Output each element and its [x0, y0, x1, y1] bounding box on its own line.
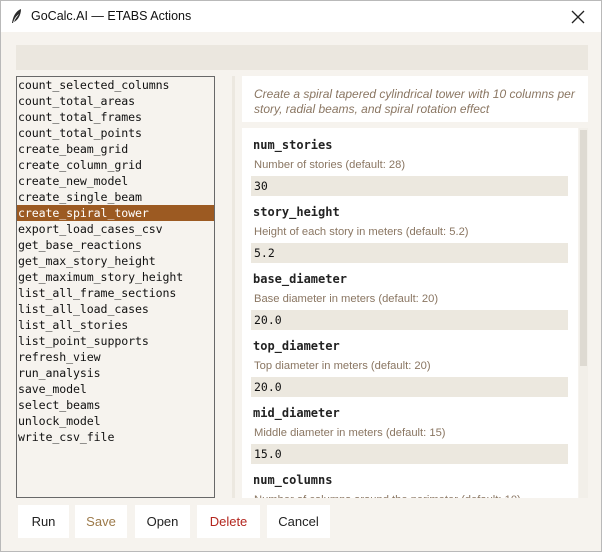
mid_diameter-input[interactable] [251, 444, 568, 464]
param-help-text: Number of stories (default: 28) [254, 159, 406, 171]
action-list-item[interactable]: create_beam_grid [17, 141, 214, 157]
story_height-input[interactable] [251, 243, 568, 263]
action-list-item[interactable]: list_point_supports [17, 333, 214, 349]
param-help-text: Height of each story in meters (default:… [254, 226, 469, 238]
details-panel: Create a spiral tapered cylindrical towe… [242, 76, 588, 498]
feather-icon [8, 7, 26, 25]
param-help-text: Middle diameter in meters (default: 15) [254, 427, 446, 439]
app-window: GoCalc.AI — ETABS Actions count_selected… [0, 0, 602, 552]
base_diameter-input[interactable] [251, 310, 568, 330]
parameters-scrollbar[interactable] [579, 128, 588, 498]
action-list-item[interactable]: run_analysis [17, 365, 214, 381]
action-list-item[interactable]: count_selected_columns [17, 77, 214, 93]
action-list-item[interactable]: create_single_beam [17, 189, 214, 205]
panel-divider[interactable] [232, 76, 235, 498]
top_diameter-input[interactable] [251, 377, 568, 397]
action-list-item[interactable]: save_model [17, 381, 214, 397]
action-list-item[interactable]: list_all_load_cases [17, 301, 214, 317]
delete-button[interactable]: Delete [197, 505, 260, 538]
save-button[interactable]: Save [75, 505, 127, 538]
param-top_diameter: top_diameter Top diameter in meters (defa… [242, 329, 578, 397]
param-num_columns: num_columns Number of columns around the … [242, 463, 578, 498]
action-list-item[interactable]: get_max_story_height [17, 253, 214, 269]
action-listbox[interactable]: count_selected_columns count_total_areas c… [16, 76, 215, 498]
action-list-item[interactable]: get_maximum_story_height [17, 269, 214, 285]
param-name-label: num_stories [253, 138, 333, 152]
action-list-item[interactable]: create_new_model [17, 173, 214, 189]
param-base_diameter: base_diameter Base diameter in meters (de… [242, 262, 578, 330]
action-list-item[interactable]: list_all_stories [17, 317, 214, 333]
action-list-item[interactable]: count_total_areas [17, 93, 214, 109]
action-list-item[interactable]: list_all_frame_sections [17, 285, 214, 301]
param-num_stories: num_stories Number of stories (default: 2… [242, 128, 578, 196]
action-list-item[interactable]: create_column_grid [17, 157, 214, 173]
param-name-label: mid_diameter [253, 406, 340, 420]
action-list-item[interactable]: write_csv_file [17, 429, 214, 445]
param-help-text: Base diameter in meters (default: 20) [254, 293, 439, 305]
param-name-label: num_columns [253, 473, 333, 487]
param-name-label: story_height [253, 205, 340, 219]
action-list-item[interactable]: count_total_frames [17, 109, 214, 125]
title-bar: GoCalc.AI — ETABS Actions [1, 1, 601, 32]
param-name-label: top_diameter [253, 339, 340, 353]
param-name-label: base_diameter [253, 272, 347, 286]
run-button[interactable]: Run [18, 505, 69, 538]
scrollbar-thumb[interactable] [580, 130, 587, 366]
action-list-item[interactable]: refresh_view [17, 349, 214, 365]
param-story_height: story_height Height of each story in mete… [242, 195, 578, 263]
action-list-item[interactable]: create_spiral_tower [17, 205, 214, 221]
param-help-text: Number of columns around the perimeter (… [254, 494, 521, 498]
action-list-item[interactable]: select_beams [17, 397, 214, 413]
close-button[interactable] [555, 1, 601, 32]
window-title: GoCalc.AI — ETABS Actions [31, 9, 192, 23]
parameters-form: num_stories Number of stories (default: 2… [242, 128, 578, 498]
action-list-item[interactable]: export_load_cases_csv [17, 221, 214, 237]
action-list-item[interactable]: unlock_model [17, 413, 214, 429]
param-mid_diameter: mid_diameter Middle diameter in meters (d… [242, 396, 578, 464]
param-help-text: Top diameter in meters (default: 20) [254, 360, 431, 372]
num_stories-input[interactable] [251, 176, 568, 196]
action-list-item[interactable]: get_base_reactions [17, 237, 214, 253]
close-icon [571, 10, 585, 23]
cancel-button[interactable]: Cancel [267, 505, 330, 538]
toolbar-strip [16, 45, 588, 70]
action-description: Create a spiral tapered cylindrical towe… [242, 76, 588, 122]
action-list-item[interactable]: count_total_points [17, 125, 214, 141]
open-button[interactable]: Open [135, 505, 190, 538]
